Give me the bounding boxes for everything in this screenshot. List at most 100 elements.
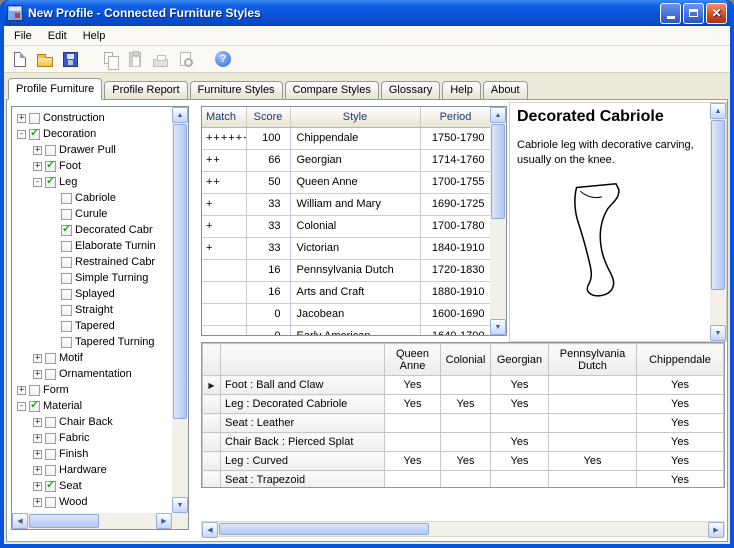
tree-checkbox[interactable] xyxy=(61,289,72,300)
tree-checkbox[interactable] xyxy=(45,353,56,364)
match-row[interactable]: 16Pennsylvania Dutch1720-1830 xyxy=(202,259,490,281)
tree-item-leg[interactable]: -Leg xyxy=(13,174,171,190)
match-row[interactable]: 16Arts and Craft1880-1910 xyxy=(202,281,490,303)
tree-item-form[interactable]: + Form xyxy=(13,382,171,398)
help-button[interactable]: ? xyxy=(214,50,232,68)
tree-checkbox[interactable] xyxy=(61,337,72,348)
grid-row[interactable]: Seat : Leather Yes xyxy=(203,414,724,433)
maximize-button[interactable] xyxy=(683,3,704,24)
match-row[interactable]: +33Colonial1700-1780 xyxy=(202,215,490,237)
column-header-style[interactable]: Style xyxy=(290,107,420,127)
scroll-up-button[interactable]: ▲ xyxy=(172,107,188,123)
tree-item-label[interactable]: Drawer Pull xyxy=(59,144,116,156)
tree-expander-icon[interactable]: + xyxy=(33,450,42,459)
scrollbar-thumb[interactable] xyxy=(711,120,725,290)
tree-item-label[interactable]: Decoration xyxy=(43,128,96,140)
tree-item-label[interactable]: Construction xyxy=(43,112,105,124)
scrollbar-track[interactable] xyxy=(710,119,726,325)
tree-item-decorated-cabriole[interactable]: Decorated Cabr xyxy=(13,222,171,238)
match-row[interactable]: 0Early American1640-1700 xyxy=(202,325,490,335)
scroll-up-button[interactable]: ▲ xyxy=(710,103,726,119)
tree-item-wood[interactable]: + Wood xyxy=(13,494,171,510)
tree-item-label[interactable]: Fabric xyxy=(59,432,90,444)
close-button[interactable]: ✕ xyxy=(706,3,727,24)
scroll-up-button[interactable]: ▲ xyxy=(490,107,506,123)
tree-item-label[interactable]: Decorated Cabr xyxy=(75,224,153,236)
row-selector[interactable] xyxy=(203,433,221,452)
tree-item-hardware[interactable]: +Hardware xyxy=(13,462,171,478)
scroll-down-button[interactable]: ▼ xyxy=(710,325,726,341)
preview-button[interactable] xyxy=(176,50,194,68)
tree-item-material[interactable]: -Material xyxy=(13,398,171,414)
paste-button[interactable] xyxy=(126,50,144,68)
tab-furniture-styles[interactable]: Furniture Styles xyxy=(190,81,283,100)
tree-item-splayed[interactable]: Splayed xyxy=(13,286,171,302)
tree-item-construction[interactable]: +Construction xyxy=(13,110,171,126)
match-row[interactable]: ++++++100Chippendale1750-1790 xyxy=(202,127,490,149)
tree-expander-icon[interactable]: + xyxy=(33,498,42,507)
menu-edit[interactable]: Edit xyxy=(40,27,75,45)
tree-horizontal-scrollbar[interactable]: ◀ ▶ xyxy=(12,513,172,529)
tab-compare-styles[interactable]: Compare Styles xyxy=(285,81,379,100)
column-header-georgian[interactable]: Georgian xyxy=(491,344,549,376)
match-row[interactable]: +33William and Mary1690-1725 xyxy=(202,193,490,215)
match-row[interactable]: +33Victorian1840-1910 xyxy=(202,237,490,259)
tree-item-cabriole[interactable]: Cabriole xyxy=(13,190,171,206)
tree-checkbox[interactable] xyxy=(29,401,40,412)
tree-checkbox[interactable] xyxy=(45,417,56,428)
tree-item-curule[interactable]: Curule xyxy=(13,206,171,222)
open-button[interactable] xyxy=(36,50,54,68)
tree-item-finish[interactable]: + Finish xyxy=(13,446,171,462)
tree-item-elaborate-turning[interactable]: Elaborate Turnin xyxy=(13,238,171,254)
row-selector[interactable] xyxy=(203,414,221,433)
tree-expander-icon[interactable]: + xyxy=(33,162,42,171)
tree-item-foot[interactable]: + Foot xyxy=(13,158,171,174)
tree-checkbox[interactable] xyxy=(45,145,56,156)
tree-expander-icon[interactable]: + xyxy=(33,370,42,379)
column-header-period[interactable]: Period xyxy=(420,107,490,127)
grid-row[interactable]: Leg : Decorated Cabriole Yes Yes Yes Yes xyxy=(203,395,724,414)
tree-item-label[interactable]: Tapered xyxy=(75,320,115,332)
tab-glossary[interactable]: Glossary xyxy=(381,81,440,100)
tree-item-motif[interactable]: +Motif xyxy=(13,350,171,366)
tree-item-label[interactable]: Foot xyxy=(59,160,81,172)
tree-item-drawer-pull[interactable]: + Drawer Pull xyxy=(13,142,171,158)
tree-item-tapered-turning[interactable]: Tapered Turning xyxy=(13,334,171,350)
tab-profile-report[interactable]: Profile Report xyxy=(104,81,187,100)
tree-checkbox[interactable] xyxy=(61,321,72,332)
tree-item-label[interactable]: Cabriole xyxy=(75,192,116,204)
column-header-queen-anne[interactable]: Queen Anne xyxy=(385,344,441,376)
tree-expander-icon[interactable]: + xyxy=(33,146,42,155)
scrollbar-track[interactable] xyxy=(218,522,708,536)
scroll-right-button[interactable]: ▶ xyxy=(708,522,724,538)
scrollbar-thumb[interactable] xyxy=(29,514,99,528)
tree-expander-icon[interactable]: + xyxy=(33,482,42,491)
row-selector[interactable] xyxy=(203,395,221,414)
tree-item-label[interactable]: Seat xyxy=(59,480,82,492)
tree-checkbox[interactable] xyxy=(45,497,56,508)
current-row-indicator[interactable] xyxy=(203,376,221,395)
tree-expander-icon[interactable]: + xyxy=(33,418,42,427)
match-table-scrollbar[interactable]: ▲ ▼ xyxy=(490,107,506,335)
tree-checkbox[interactable] xyxy=(61,305,72,316)
tree-checkbox[interactable] xyxy=(61,273,72,284)
tree-expander-icon[interactable]: - xyxy=(33,178,42,187)
column-header-match[interactable]: Match xyxy=(202,107,246,127)
tree-item-label[interactable]: Splayed xyxy=(75,288,115,300)
tree-expander-icon[interactable]: + xyxy=(17,386,26,395)
tree-item-label[interactable]: Hardware xyxy=(59,464,107,476)
tree-item-label[interactable]: Form xyxy=(43,384,69,396)
tree-item-label[interactable]: Wood xyxy=(59,496,88,508)
grid-row[interactable]: Chair Back : Pierced Splat Yes Yes xyxy=(203,433,724,452)
tree-item-label[interactable]: Motif xyxy=(59,352,83,364)
minimize-button[interactable] xyxy=(660,3,681,24)
grid-row[interactable]: Seat : Trapezoid Yes xyxy=(203,471,724,489)
save-button[interactable] xyxy=(61,50,79,68)
tree-expander-icon[interactable]: - xyxy=(17,130,26,139)
tree-item-label[interactable]: Elaborate Turnin xyxy=(75,240,156,252)
scrollbar-thumb[interactable] xyxy=(173,124,187,419)
scrollbar-track[interactable] xyxy=(172,123,188,497)
tree-item-label[interactable]: Finish xyxy=(59,448,88,460)
scroll-left-button[interactable]: ◀ xyxy=(12,513,28,529)
tree-checkbox[interactable] xyxy=(61,241,72,252)
